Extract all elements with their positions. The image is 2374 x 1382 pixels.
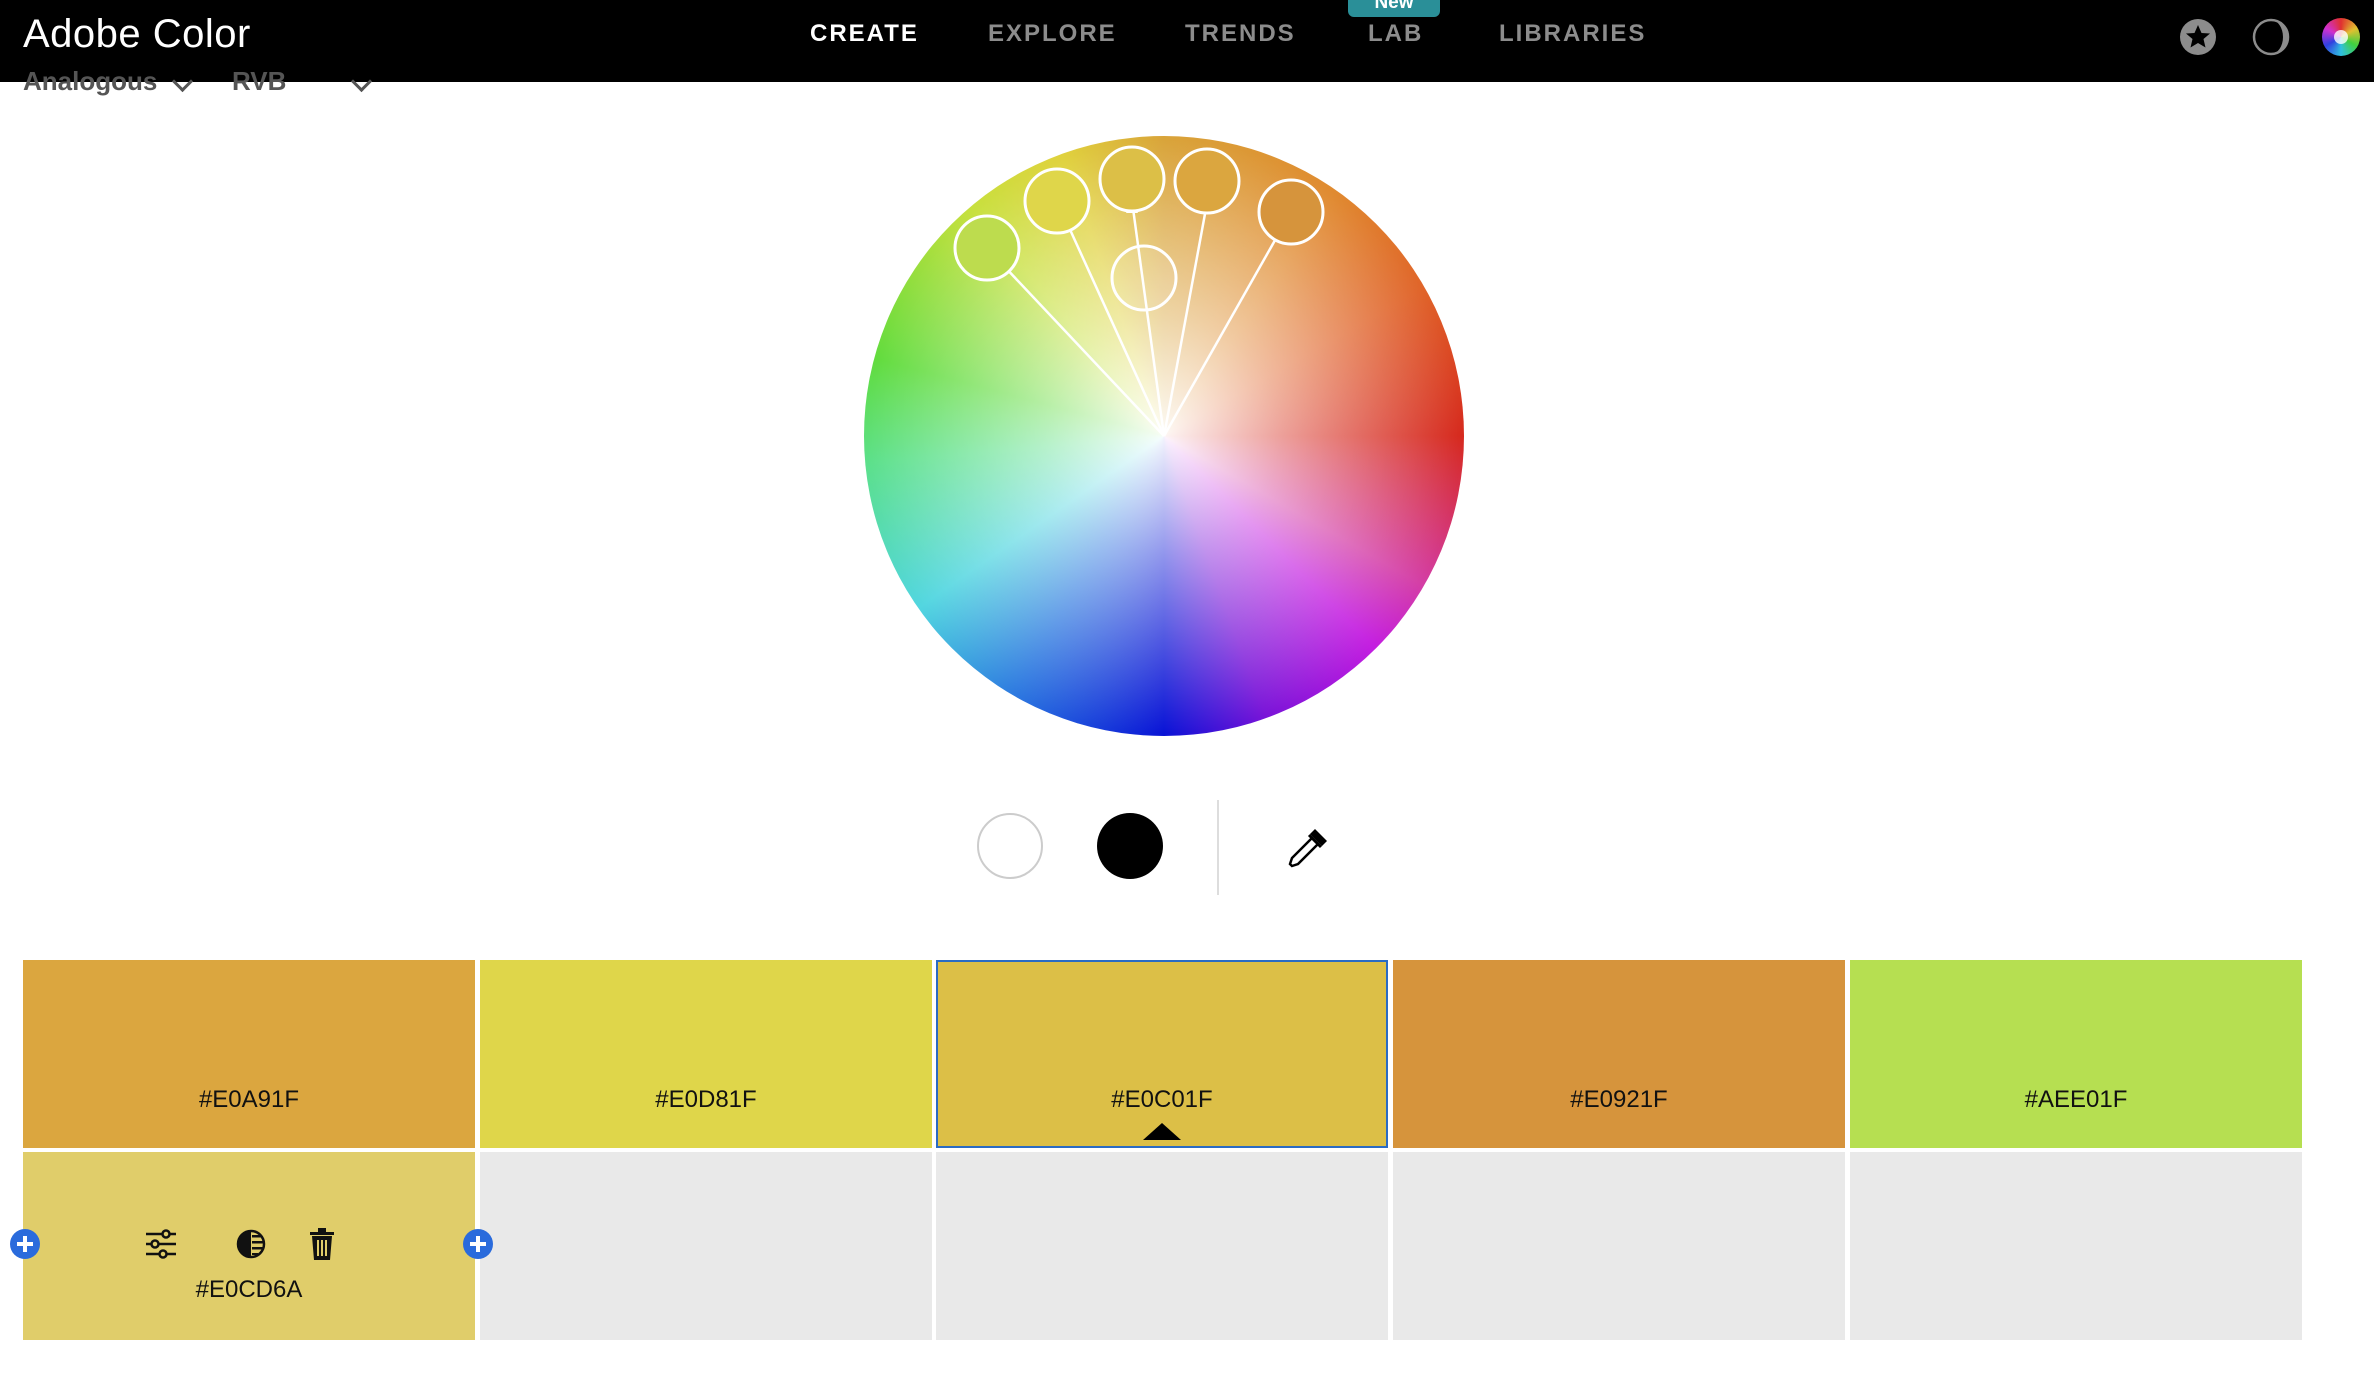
shade-slot-empty (1393, 1152, 1845, 1340)
color-handle (1257, 178, 1325, 246)
black-swatch-icon[interactable] (1097, 813, 1163, 879)
dark-mode-icon[interactable] (2252, 18, 2290, 56)
color-handle (953, 214, 1021, 282)
color-wheel-icon[interactable] (2322, 18, 2360, 56)
star-icon[interactable] (2179, 18, 2217, 56)
nav-create[interactable]: CREATE (810, 20, 919, 48)
nav-libraries[interactable]: LIBRARIES (1499, 20, 1646, 48)
palette-swatch[interactable]: #E0921F (1393, 960, 1845, 1148)
selected-caret-icon (1143, 1123, 1181, 1140)
palette-swatch[interactable]: #E0D81F (480, 960, 932, 1148)
harmony-rule-dropdown[interactable]: Analogous (23, 66, 194, 97)
harmony-rule-value: Analogous (23, 66, 158, 96)
shade-slot-empty (936, 1152, 1388, 1340)
palette-swatch-selected[interactable]: #E0C01F (936, 960, 1388, 1148)
add-color-right-icon[interactable] (463, 1229, 493, 1259)
nav-explore[interactable]: EXPLORE (988, 20, 1117, 48)
color-wheel[interactable] (864, 136, 1464, 736)
swatch-hex[interactable]: #E0921F (1393, 1086, 1845, 1114)
palette-swatch[interactable]: #AEE01F (1850, 960, 2302, 1148)
app-title[interactable]: Adobe Color (23, 12, 251, 57)
divider (1217, 800, 1219, 895)
new-badge: New (1348, 0, 1440, 17)
shade-slot-empty (1850, 1152, 2302, 1340)
sliders-icon[interactable] (143, 1226, 179, 1262)
nav-lab[interactable]: LAB (1368, 20, 1423, 48)
color-handle (1098, 145, 1166, 213)
nav-trends[interactable]: TRENDS (1185, 20, 1296, 48)
color-mode-value: RVB (232, 66, 287, 96)
color-handle (1023, 167, 1091, 235)
brightness-handle (1110, 244, 1178, 312)
top-navigation-bar: Adobe Color CREATE EXPLORE TRENDS New LA… (0, 0, 2374, 82)
palette-swatch[interactable]: #E0A91F (23, 960, 475, 1148)
add-color-left-icon[interactable] (10, 1229, 40, 1259)
swatch-hex[interactable]: #E0D81F (480, 1086, 932, 1114)
swatch-hex[interactable]: #E0C01F (936, 1086, 1388, 1114)
swatch-hex[interactable]: #AEE01F (1850, 1086, 2302, 1114)
shade-hex[interactable]: #E0CD6A (23, 1276, 475, 1304)
trash-icon[interactable] (304, 1226, 340, 1262)
color-handle (1173, 147, 1241, 215)
eyedropper-icon[interactable] (1285, 825, 1331, 871)
color-mode-dropdown[interactable]: RVB (232, 66, 373, 97)
swatch-hex[interactable]: #E0A91F (23, 1086, 475, 1114)
white-swatch-icon[interactable] (977, 813, 1043, 879)
shade-slot-empty (480, 1152, 932, 1340)
contrast-icon[interactable] (233, 1226, 269, 1262)
